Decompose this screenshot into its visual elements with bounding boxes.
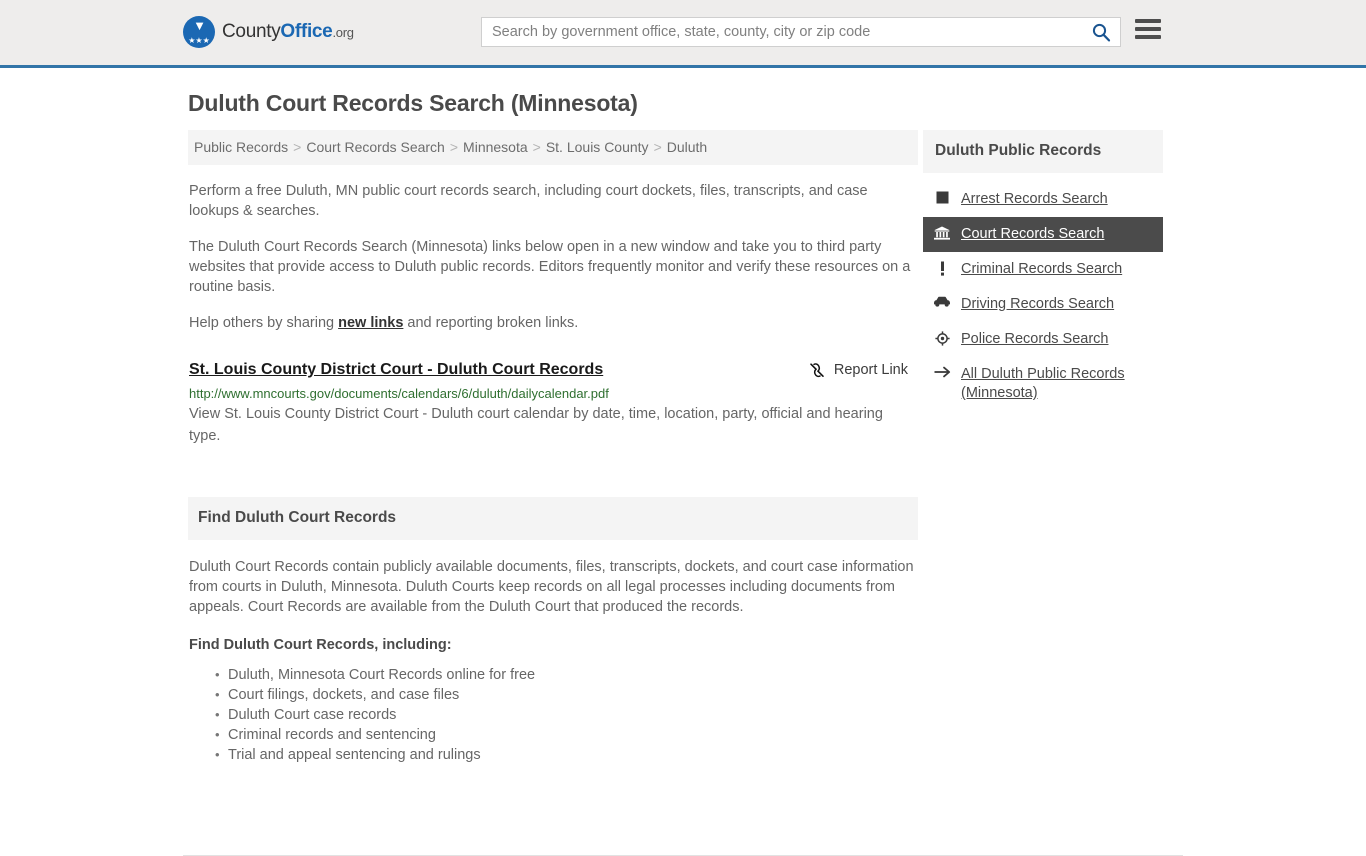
car-icon [933,295,951,307]
report-link-button[interactable]: Report Link [808,361,908,379]
result-title-link[interactable]: St. Louis County District Court - Duluth… [189,361,603,379]
sidebar-list: Arrest Records Search Court Records Sear… [923,182,1163,411]
sidebar-heading: Duluth Public Records [923,130,1163,173]
panel-list: Duluth, Minnesota Court Records online f… [188,665,918,765]
page-container: Duluth Court Records Search (Minnesota) … [183,90,1183,856]
intro-paragraph-3: Help others by sharing new links and rep… [189,313,918,333]
new-links-link[interactable]: new links [338,315,403,331]
logo-text-county: County [222,21,281,42]
site-logo[interactable]: ▼ ★★★ CountyOffice.org [183,16,354,48]
breadcrumb-separator: > [293,139,302,155]
broken-link-icon [810,363,824,378]
police-badge-icon [933,330,951,346]
courthouse-icon [933,225,951,240]
logo-text-office: Office [280,21,333,42]
logo-text-org: .org [332,25,354,40]
sidebar-item-criminal-records-search[interactable]: Criminal Records Search [923,252,1163,287]
breadcrumb-item-court-records-search[interactable]: Court Records Search [306,139,445,155]
list-item: Duluth, Minnesota Court Records online f… [215,665,918,685]
sidebar-item-label: Police Records Search [961,331,1109,347]
breadcrumb-item-public-records[interactable]: Public Records [194,139,288,155]
site-header: ▼ ★★★ CountyOffice.org [0,0,1366,68]
sidebar-item-driving-records-search[interactable]: Driving Records Search [923,287,1163,322]
breadcrumb-item-minnesota[interactable]: Minnesota [463,139,528,155]
hamburger-bar [1135,19,1161,23]
panel-body: Duluth Court Records contain publicly av… [188,557,918,765]
share-text-after: and reporting broken links. [403,315,579,331]
sidebar: Duluth Public Records Arrest Records Sea… [923,130,1163,765]
breadcrumb: Public Records > Court Records Search > Minn… [188,130,918,165]
fingerprint-icon [933,190,951,204]
result-url: http://www.mncourts.gov/documents/calend… [189,386,609,401]
list-item: Court filings, dockets, and case files [215,685,918,705]
search-icon [1092,23,1111,42]
sidebar-item-label: Criminal Records Search [961,261,1123,277]
sidebar-item-label: All Duluth Public Records (Minnesota) [961,366,1125,401]
search-input[interactable] [482,18,1082,46]
list-item: Trial and appeal sentencing and rulings [215,745,918,765]
breadcrumb-separator: > [449,139,459,155]
panel-subheading: Find Duluth Court Records, including: [189,637,452,653]
sidebar-item-label: Driving Records Search [961,296,1115,312]
panel-heading: Find Duluth Court Records [188,497,918,540]
list-item: Criminal records and sentencing [215,725,918,745]
arrow-right-icon [933,365,951,378]
result-item: St. Louis County District Court - Duluth… [188,361,918,447]
sidebar-item-arrest-records-search[interactable]: Arrest Records Search [923,182,1163,217]
hamburger-bar [1135,35,1161,39]
sidebar-item-court-records-search[interactable]: Court Records Search [923,217,1163,252]
search-bar[interactable] [481,17,1121,47]
intro-paragraph-2: The Duluth Court Records Search (Minneso… [189,239,911,295]
eagle-shield-logo-icon: ▼ ★★★ [183,16,215,48]
hamburger-menu-icon[interactable] [1135,19,1161,39]
intro-paragraph-1: Perform a free Duluth, MN public court r… [189,183,868,219]
sidebar-item-all-duluth-public-records[interactable]: All Duluth Public Records (Minnesota) [923,357,1163,411]
result-description: View St. Louis County District Court - D… [189,406,883,444]
find-records-panel: Find Duluth Court Records Duluth Court R… [188,497,918,765]
exclamation-icon [933,260,951,276]
search-button[interactable] [1082,18,1120,46]
sidebar-item-label: Court Records Search [961,226,1105,242]
list-item: Duluth Court case records [215,705,918,725]
breadcrumb-separator: > [532,139,541,155]
report-link-label: Report Link [833,362,908,378]
sidebar-item-label: Arrest Records Search [961,191,1108,207]
breadcrumb-separator: > [653,139,662,155]
panel-paragraph: Duluth Court Records contain publicly av… [189,559,914,615]
logo-text: CountyOffice.org [222,21,354,43]
breadcrumb-item-st-louis-county[interactable]: St. Louis County [546,139,649,155]
page-title: Duluth Court Records Search (Minnesota) [188,90,638,116]
sidebar-item-police-records-search[interactable]: Police Records Search [923,322,1163,357]
share-text-before: Help others by sharing [189,315,339,331]
breadcrumb-item-duluth[interactable]: Duluth [667,139,707,155]
hamburger-bar [1135,27,1161,31]
main-content: Public Records > Court Records Search > Minn… [188,130,918,765]
